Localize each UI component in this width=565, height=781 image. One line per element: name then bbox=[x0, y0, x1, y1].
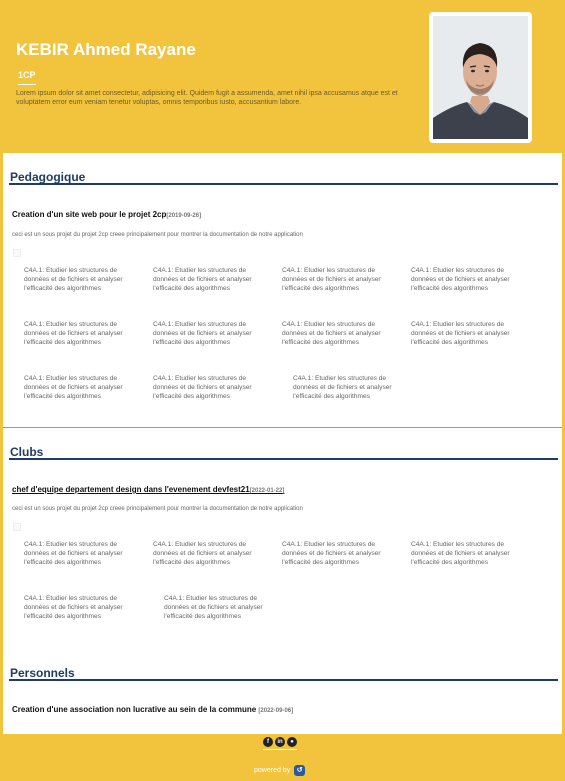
skill-item: C4A.1: Etudier les structures de données… bbox=[24, 595, 123, 620]
skill-item: C4A.1: Etudier les structures de données… bbox=[153, 321, 252, 346]
section-divider bbox=[3, 427, 562, 428]
linkedin-icon[interactable]: in bbox=[275, 737, 285, 747]
skill-item: C4A.1: Etudier les structures de données… bbox=[24, 375, 123, 400]
profile-level: 1CP bbox=[18, 70, 36, 85]
item-title-text: Creation d'un site web pour le projet 2c… bbox=[12, 210, 167, 219]
skill-item: C4A.1: Etudier les structures de données… bbox=[411, 541, 510, 566]
powered-by-text: powered by bbox=[254, 767, 291, 774]
portfolio-content: Pedagogique Creation d'un site web pour … bbox=[3, 153, 562, 734]
profile-header: KEBIR Ahmed Rayane 1CP Lorem ipsum dolor… bbox=[0, 0, 565, 152]
profile-name: KEBIR Ahmed Rayane bbox=[16, 40, 196, 59]
item-date: [2022-01-22] bbox=[249, 488, 285, 494]
profile-photo bbox=[433, 16, 528, 139]
skill-item: C4A.1: Etudier les structures de données… bbox=[282, 321, 381, 346]
skill-item: C4A.1: Etudier les structures de données… bbox=[164, 595, 263, 620]
skill-item: C4A.1: Etudier les structures de données… bbox=[24, 541, 123, 566]
profile-bio: Lorem ipsum dolor sit amet consectetur, … bbox=[16, 90, 398, 106]
brand-logo-icon[interactable]: ↺ bbox=[294, 765, 306, 776]
social-links: f in ● bbox=[263, 737, 297, 750]
skill-item: C4A.1: Etudier les structures de données… bbox=[24, 267, 123, 292]
section-title-pedagogique: Pedagogique bbox=[10, 170, 86, 184]
item-date: [2022-09-06] bbox=[258, 708, 294, 714]
section-title-personnels: Personnels bbox=[10, 666, 75, 680]
section-rule bbox=[9, 458, 558, 460]
item-checkbox[interactable] bbox=[13, 249, 21, 257]
item-title-link[interactable]: chef d'equipe departement design dans l'… bbox=[12, 485, 284, 494]
powered-by: powered by ↺ bbox=[254, 765, 306, 776]
skill-item: C4A.1: Etudier les structures de données… bbox=[24, 321, 123, 346]
item-description: ceci est un sous projet du projet 2cp cr… bbox=[12, 506, 303, 512]
item-description: ceci est un sous projet du projet 2cp cr… bbox=[12, 232, 303, 238]
item-checkbox[interactable] bbox=[13, 523, 21, 531]
section-title-clubs: Clubs bbox=[10, 445, 44, 459]
skill-item: C4A.1: Etudier les structures de données… bbox=[153, 541, 252, 566]
item-title[interactable]: Creation d'un site web pour le projet 2c… bbox=[12, 210, 201, 219]
facebook-icon[interactable]: f bbox=[263, 737, 273, 747]
skill-item: C4A.1: Etudier les structures de données… bbox=[293, 375, 392, 400]
skill-item: C4A.1: Etudier les structures de données… bbox=[153, 375, 252, 400]
skill-item: C4A.1: Etudier les structures de données… bbox=[411, 321, 510, 346]
section-rule bbox=[9, 679, 558, 681]
skill-item: C4A.1: Etudier les structures de données… bbox=[282, 267, 381, 292]
item-title-text: chef d'equipe departement design dans l'… bbox=[12, 485, 250, 494]
profile-photo-frame bbox=[429, 12, 532, 143]
item-date: [2019-09-26] bbox=[166, 213, 202, 219]
skill-item: C4A.1: Etudier les structures de données… bbox=[282, 541, 381, 566]
section-rule bbox=[9, 183, 558, 185]
skill-item: C4A.1: Etudier les structures de données… bbox=[411, 267, 510, 292]
github-icon[interactable]: ● bbox=[287, 737, 297, 747]
item-title[interactable]: Creation d'une association non lucrative… bbox=[12, 705, 293, 714]
skill-item: C4A.1: Etudier les structures de données… bbox=[153, 267, 252, 292]
item-title-text: Creation d'une association non lucrative… bbox=[12, 705, 257, 714]
